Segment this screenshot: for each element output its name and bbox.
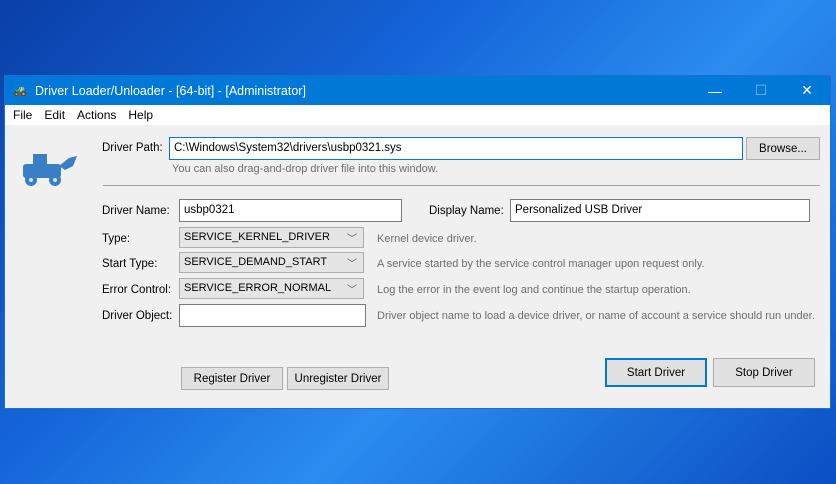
chevron-down-icon: ﹀ bbox=[347, 259, 357, 270]
chevron-down-icon: ﹀ bbox=[347, 234, 357, 245]
main-window: 🚜 Driver Loader/Unloader - [64-bit] - [A… bbox=[4, 75, 831, 409]
start-type-value: SERVICE_DEMAND_START bbox=[184, 256, 328, 268]
loader-truck-icon bbox=[23, 154, 77, 186]
driver-object-label: Driver Object: bbox=[102, 310, 173, 322]
maximize-button[interactable]: ☐ bbox=[738, 76, 784, 105]
error-control-hint: Log the error in the event log and conti… bbox=[377, 284, 691, 296]
start-type-select[interactable]: SERVICE_DEMAND_START ﹀ bbox=[179, 252, 364, 273]
chevron-down-icon: ﹀ bbox=[347, 285, 357, 296]
unregister-driver-button[interactable]: Unregister Driver bbox=[287, 367, 389, 390]
app-icon: 🚜 bbox=[13, 85, 27, 97]
menu-edit[interactable]: Edit bbox=[38, 108, 71, 122]
start-driver-button[interactable]: Start Driver bbox=[605, 358, 707, 387]
minimize-button[interactable]: — bbox=[692, 76, 738, 105]
register-driver-button[interactable]: Register Driver bbox=[181, 367, 283, 390]
start-type-hint: A service started by the service control… bbox=[377, 258, 705, 270]
driver-path-input[interactable]: C:\Windows\System32\drivers\usbp0321.sys bbox=[169, 137, 743, 160]
error-control-value: SERVICE_ERROR_NORMAL bbox=[184, 282, 332, 294]
driver-name-input[interactable]: usbp0321 bbox=[179, 199, 402, 222]
menu-help[interactable]: Help bbox=[122, 108, 159, 122]
close-button[interactable]: ✕ bbox=[784, 76, 830, 105]
type-label: Type: bbox=[102, 233, 131, 245]
driver-object-hint: Driver object name to load a device driv… bbox=[377, 310, 815, 322]
drag-hint: You can also drag-and-drop driver file i… bbox=[172, 163, 439, 175]
title-bar[interactable]: 🚜 Driver Loader/Unloader - [64-bit] - [A… bbox=[5, 76, 830, 105]
browse-button[interactable]: Browse... bbox=[746, 137, 820, 160]
error-control-select[interactable]: SERVICE_ERROR_NORMAL ﹀ bbox=[179, 278, 364, 299]
separator bbox=[103, 185, 820, 186]
stop-driver-button[interactable]: Stop Driver bbox=[713, 358, 815, 387]
display-name-input[interactable]: Personalized USB Driver bbox=[510, 199, 810, 222]
type-select[interactable]: SERVICE_KERNEL_DRIVER ﹀ bbox=[179, 227, 364, 248]
driver-object-input[interactable] bbox=[179, 304, 366, 327]
menu-bar: File Edit Actions Help bbox=[5, 105, 830, 125]
driver-path-label: Driver Path: bbox=[102, 142, 163, 154]
error-control-label: Error Control: bbox=[102, 284, 172, 296]
display-name-label: Display Name: bbox=[429, 205, 504, 217]
menu-actions[interactable]: Actions bbox=[71, 108, 122, 122]
type-value: SERVICE_KERNEL_DRIVER bbox=[184, 231, 330, 243]
type-hint: Kernel device driver. bbox=[377, 233, 477, 245]
driver-name-label: Driver Name: bbox=[102, 205, 170, 217]
start-type-label: Start Type: bbox=[102, 258, 158, 270]
menu-file[interactable]: File bbox=[7, 108, 38, 122]
window-title: Driver Loader/Unloader - [64-bit] - [Adm… bbox=[35, 83, 306, 98]
